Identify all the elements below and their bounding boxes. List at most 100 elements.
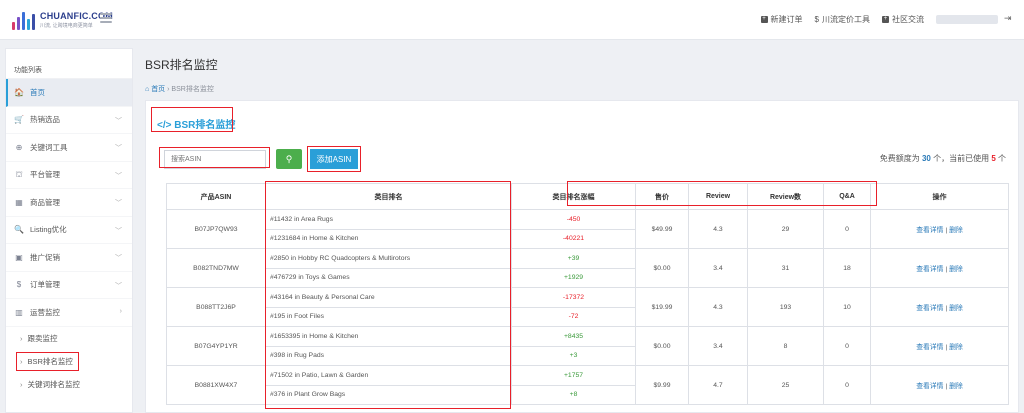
view-detail-link[interactable]: 查看详情 bbox=[916, 305, 943, 312]
cell-price: $49.99 bbox=[635, 209, 689, 249]
cell-asin: B082TND7MW bbox=[166, 248, 266, 288]
cell-price: $0.00 bbox=[635, 248, 689, 288]
chevron-right-icon: › bbox=[20, 333, 23, 343]
cell-asin: B07G4YP1YR bbox=[166, 326, 266, 366]
new-order-link[interactable]: + 新建订单 bbox=[760, 14, 803, 25]
cell-review: 4.7 bbox=[688, 365, 748, 405]
cart-icon: 🛒 bbox=[14, 115, 24, 125]
delete-link[interactable]: 删除 bbox=[949, 227, 963, 234]
page-header: BSR排名监控 ⌂ 首页 › BSR排名监控 bbox=[145, 56, 218, 94]
cell-qa: 0 bbox=[823, 209, 871, 249]
view-detail-link[interactable]: 查看详情 bbox=[916, 227, 943, 234]
col-header-review-count[interactable]: Review数 bbox=[747, 183, 824, 210]
cell-rank-change: +39 bbox=[511, 248, 636, 269]
view-detail-link[interactable]: 查看详情 bbox=[916, 344, 943, 351]
sidebar-subitem-bsr-monitor[interactable]: › BSR排名监控 bbox=[6, 350, 132, 373]
logout-icon[interactable]: ⇥ bbox=[1004, 13, 1014, 23]
chevron-right-icon: › bbox=[20, 379, 23, 389]
delete-link[interactable]: 删除 bbox=[949, 344, 963, 351]
sidebar-item-home[interactable]: 🏠 首页 bbox=[6, 79, 132, 107]
cell-asin: B088TT2J6P bbox=[166, 287, 266, 327]
quota-text: 免费额度为 30 个，当前已使用 5 个 bbox=[879, 154, 1006, 163]
chevron-down-icon: ﹀ bbox=[115, 255, 122, 262]
quota-used: 5 bbox=[991, 154, 996, 163]
table-row: B082TND7MW #2850 in Hobby RC Quadcopters … bbox=[166, 248, 1009, 288]
chevron-down-icon: ﹀ bbox=[115, 117, 122, 125]
cell-category-rank: #43164 in Beauty & Personal Care bbox=[265, 287, 512, 308]
chevron-down-icon: ﹀ bbox=[115, 227, 122, 235]
cell-actions: 查看详情 | 删除 bbox=[870, 326, 1009, 366]
col-header-asin[interactable]: 产品ASIN bbox=[166, 183, 266, 210]
brand-tagline: 川流, 让跨境电商更简单 bbox=[40, 23, 93, 29]
sidebar-item-orders[interactable]: $ 订单管理 ﹀ bbox=[6, 272, 132, 299]
cell-price: $9.99 bbox=[635, 365, 689, 405]
cell-qa: 0 bbox=[823, 326, 871, 366]
cell-rank-change: +1757 bbox=[511, 365, 636, 386]
sidebar-item-listing[interactable]: 🔍 Listing优化 ﹀ bbox=[6, 217, 132, 244]
dollar-icon: $ bbox=[814, 15, 819, 24]
search-input[interactable] bbox=[164, 150, 266, 169]
cell-category-rank: #376 in Plant Grow Bags bbox=[265, 384, 512, 405]
menu-toggle-icon[interactable] bbox=[100, 13, 112, 23]
cell-category-rank: #71502 in Patio, Lawn & Garden bbox=[265, 365, 512, 386]
sidebar-item-keyword-tools[interactable]: ⊕ 关键词工具 ﹀ bbox=[6, 134, 132, 162]
sidebar-item-promotion[interactable]: ▣ 推广促销 ﹀ bbox=[6, 244, 132, 272]
sidebar-item-products[interactable]: ▦ 商品管理 ﹀ bbox=[6, 189, 132, 217]
home-icon: 🏠 bbox=[14, 87, 24, 97]
section-title: </> BSR排名监控 bbox=[157, 120, 236, 131]
plus-square-icon: + bbox=[760, 16, 768, 23]
brand-logo[interactable]: CHUANFIC.COM 川流, 让跨境电商更简单 bbox=[12, 9, 113, 31]
search-icon: 🔍 bbox=[14, 225, 24, 235]
table-row: B0881XW4X7 #71502 in Patio, Lawn & Garden… bbox=[166, 365, 1009, 405]
delete-link[interactable]: 删除 bbox=[949, 266, 963, 273]
sidebar-item-platform[interactable]: ⛫ 平台管理 ﹀ bbox=[6, 162, 132, 189]
page-title: BSR排名监控 bbox=[145, 58, 218, 72]
cell-category-rank: #398 in Rug Pads bbox=[265, 345, 512, 366]
col-header-qa[interactable]: Q&A bbox=[823, 183, 871, 210]
sidebar-item-monitoring[interactable]: ▥ 运营监控 › bbox=[6, 299, 132, 327]
breadcrumb-home[interactable]: ⌂ 首页 bbox=[145, 86, 167, 93]
view-detail-link[interactable]: 查看详情 bbox=[916, 383, 943, 390]
cell-review-count: 193 bbox=[747, 287, 824, 327]
action-separator: | bbox=[945, 227, 948, 234]
content-panel: </> BSR排名监控 ⚲ 添加ASIN 免费额度为 30 个，当前已使用 5 … bbox=[145, 100, 1019, 413]
sidebar-item-hot-products[interactable]: 🛒 热销选品 ﹀ bbox=[6, 107, 132, 134]
search-button[interactable]: ⚲ bbox=[276, 149, 302, 169]
col-header-actions[interactable]: 操作 bbox=[870, 183, 1009, 210]
cell-review: 4.3 bbox=[688, 287, 748, 327]
chevron-down-icon: ﹀ bbox=[115, 200, 122, 207]
chevron-right-icon: › bbox=[20, 356, 23, 366]
sidebar-title: 功能列表 bbox=[6, 49, 132, 79]
cell-qa: 10 bbox=[823, 287, 871, 327]
pricing-tool-link[interactable]: $ 川流定价工具 bbox=[815, 14, 870, 25]
cell-category-rank: #1653395 in Home & Kitchen bbox=[265, 326, 512, 347]
cell-asin: B0881XW4X7 bbox=[166, 365, 266, 405]
cell-rank-change: +8435 bbox=[511, 326, 636, 347]
delete-link[interactable]: 删除 bbox=[949, 305, 963, 312]
col-header-category-rank[interactable]: 类目排名 bbox=[265, 183, 512, 210]
sidebar-subitem-keyword-monitor[interactable]: › 关键词排名监控 bbox=[6, 373, 132, 396]
grid-icon: ▦ bbox=[15, 197, 23, 207]
code-icon: </> bbox=[157, 120, 172, 131]
add-asin-button[interactable]: 添加ASIN bbox=[310, 149, 358, 169]
view-detail-link[interactable]: 查看详情 bbox=[916, 266, 943, 273]
cell-review-count: 31 bbox=[747, 248, 824, 288]
table-row: B07G4YP1YR #1653395 in Home & Kitchen +843… bbox=[166, 326, 1009, 366]
chevron-down-icon: ﹀ bbox=[115, 282, 122, 290]
action-separator: | bbox=[945, 383, 948, 390]
col-header-rank-change[interactable]: 类目排名涨幅 bbox=[511, 183, 636, 210]
cell-category-rank: #11432 in Area Rugs bbox=[265, 209, 512, 230]
cell-asin: B07JP7QW93 bbox=[166, 209, 266, 249]
user-name[interactable] bbox=[936, 15, 998, 24]
cell-actions: 查看详情 | 删除 bbox=[870, 287, 1009, 327]
delete-link[interactable]: 删除 bbox=[949, 383, 963, 390]
cell-qa: 18 bbox=[823, 248, 871, 288]
col-header-price[interactable]: 售价 bbox=[635, 183, 689, 210]
bsr-table: 产品ASIN 类目排名 类目排名涨幅 售价 Review Review数 Q&A… bbox=[166, 183, 1009, 405]
chevron-down-icon: ﹀ bbox=[115, 145, 122, 152]
col-header-review[interactable]: Review bbox=[688, 183, 748, 210]
cell-review-count: 8 bbox=[747, 326, 824, 366]
community-link[interactable]: + 社区交流 bbox=[882, 14, 924, 25]
sidebar-subitem-follow-monitor[interactable]: › 跟卖监控 bbox=[6, 327, 132, 350]
top-bar: CHUANFIC.COM 川流, 让跨境电商更简单 + 新建订单 $ 川流定价工… bbox=[0, 0, 1024, 40]
